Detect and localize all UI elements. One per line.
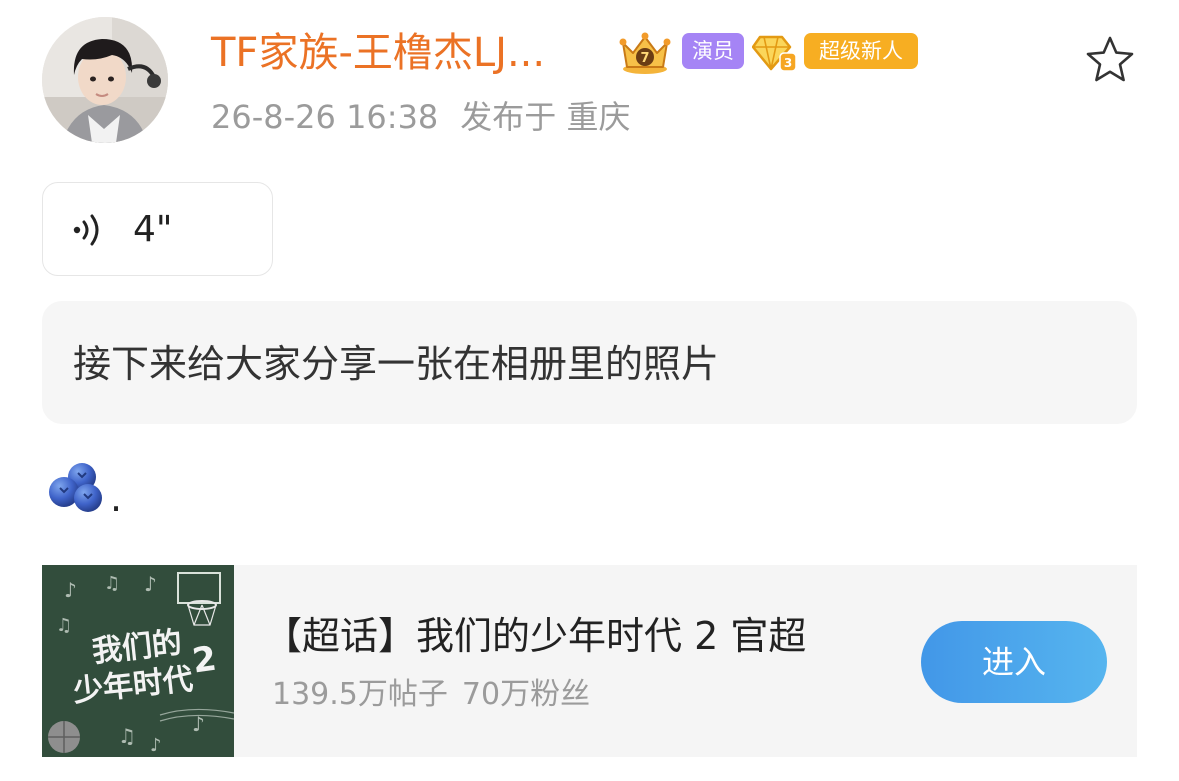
star-outline-icon[interactable] — [1085, 35, 1135, 83]
supertopic-follower-count: 70万粉丝 — [461, 677, 591, 712]
author-avatar[interactable] — [42, 17, 168, 143]
message-bubble: 接下来给大家分享一张在相册里的照片 — [42, 301, 1137, 424]
svg-text:♫: ♫ — [104, 573, 120, 594]
voice-message[interactable]: 4" — [42, 182, 273, 276]
supertopic-post-count: 139.5万帖子 — [272, 677, 448, 712]
supertopic-card[interactable]: ♪ ♫ ♪ ♫ ♫ ♪ ♪ 我们的 少年时代 2 【超话】我们的少年时代 2 官… — [42, 565, 1137, 757]
supertopic-title[interactable]: 【超话】我们的少年时代 2 官超 — [264, 613, 806, 659]
svg-text:♫: ♫ — [118, 724, 136, 748]
blueberry-icon — [46, 460, 106, 514]
diamond-level-icon[interactable]: 3 — [751, 31, 798, 73]
weibo-post: TF家族-王橹杰LJ... 7 演员 3 超级新人 26-8-26 16:38 发… — [0, 0, 1179, 781]
author-name[interactable]: TF家族-王橹杰LJ... — [211, 30, 545, 76]
svg-text:♫: ♫ — [56, 615, 72, 636]
voice-wave-icon — [71, 213, 107, 247]
message-text: 接下来给大家分享一张在相册里的照片 — [73, 342, 720, 386]
supertopic-cover: ♪ ♫ ♪ ♫ ♫ ♪ ♪ 我们的 少年时代 2 — [42, 565, 234, 757]
post-meta: 26-8-26 16:38 发布于 重庆 — [211, 97, 630, 137]
svg-text:♪: ♪ — [150, 735, 162, 756]
voice-duration: 4" — [133, 209, 173, 250]
svg-text:3: 3 — [784, 56, 792, 70]
svg-text:7: 7 — [640, 51, 649, 66]
avatar-photo — [42, 17, 168, 143]
super-newbie-badge[interactable]: 超级新人 — [804, 33, 918, 69]
enter-supertopic-button[interactable]: 进入 — [921, 621, 1107, 703]
svg-text:♪: ♪ — [64, 578, 77, 602]
crown-level-icon[interactable]: 7 — [619, 31, 671, 75]
svg-text:♪: ♪ — [144, 572, 157, 596]
actor-badge[interactable]: 演员 — [682, 33, 744, 69]
trailing-text: . — [110, 476, 123, 520]
post-location: 发布于 重庆 — [460, 98, 631, 136]
supertopic-stats: 139.5万帖子 70万粉丝 — [272, 676, 590, 714]
post-timestamp: 26-8-26 16:38 — [211, 98, 439, 136]
